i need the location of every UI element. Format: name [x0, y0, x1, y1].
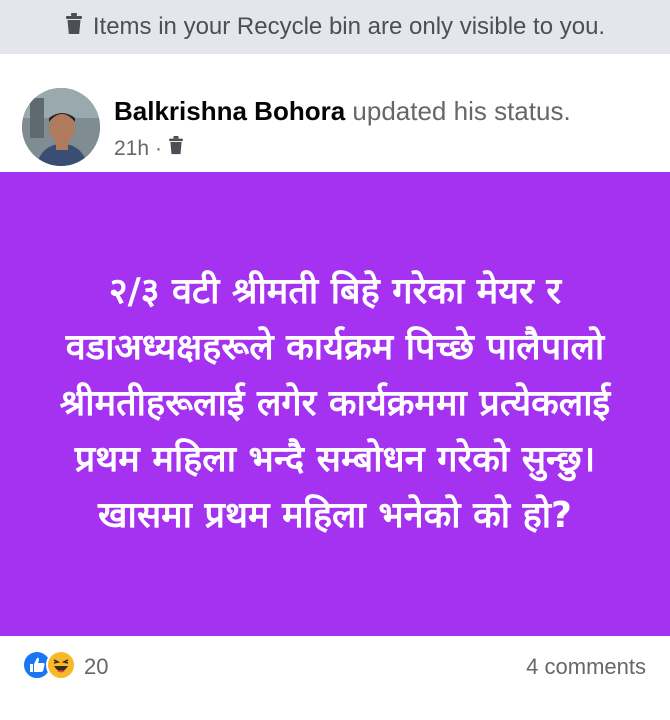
- reaction-count: 20: [84, 654, 109, 679]
- author-line: Balkrishna Bohora updated his status.: [114, 96, 571, 127]
- post-time[interactable]: 21h: [114, 137, 149, 161]
- post-footer: 20 4 comments: [0, 636, 670, 698]
- status-background: २/३ वटी श्रीमती बिहे गरेका मेयर र वडाअध्…: [0, 172, 670, 636]
- post-header: Balkrishna Bohora updated his status. 21…: [0, 66, 670, 172]
- status-text: २/३ वटी श्रीमती बिहे गरेका मेयर र वडाअध्…: [59, 271, 611, 536]
- reactions-summary[interactable]: 20: [22, 649, 109, 685]
- author-action: updated his status.: [352, 96, 571, 126]
- haha-icon: [46, 649, 76, 685]
- trash-icon: [65, 12, 83, 42]
- post-meta: 21h ·: [114, 136, 184, 161]
- comments-count[interactable]: 4 comments: [526, 654, 646, 680]
- avatar[interactable]: [22, 88, 100, 166]
- recycle-bin-banner: Items in your Recycle bin are only visib…: [0, 0, 670, 54]
- author-name[interactable]: Balkrishna Bohora: [114, 96, 345, 126]
- banner-text: Items in your Recycle bin are only visib…: [92, 13, 606, 40]
- trash-icon: [168, 136, 184, 161]
- meta-separator: ·: [155, 136, 163, 160]
